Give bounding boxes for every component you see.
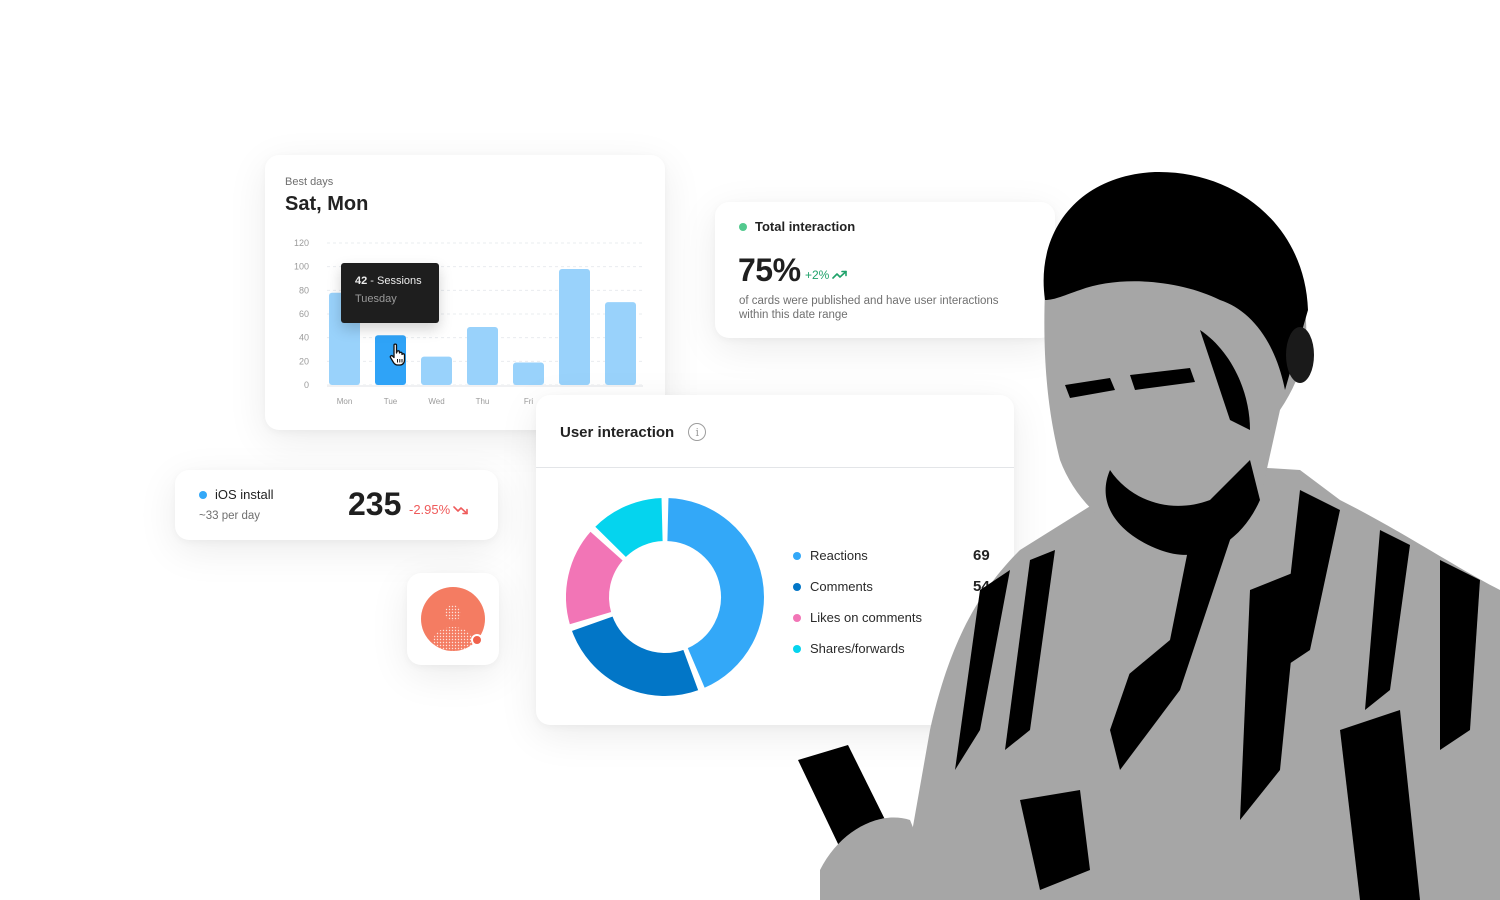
x-tick-label: Mon [337,397,353,406]
ios-install-value: 235 [348,486,402,522]
ios-install-label: iOS install [215,487,274,502]
y-tick-label: 60 [299,309,309,319]
delta-text: -2.95% [409,502,451,517]
person-holding-phone-image [798,171,1500,900]
bar-sun[interactable] [605,302,636,385]
user-interaction-donut [564,496,766,698]
y-tick-label: 100 [294,262,309,272]
bar-wed[interactable] [421,356,452,385]
ios-install-delta: -2.95% [409,502,469,517]
x-tick-label: Fri [524,397,534,406]
y-tick-label: 120 [294,238,309,248]
status-dot-blue [199,490,207,499]
tooltip-value: 42 [355,275,368,287]
tooltip-value-line: 42 - Sessions [355,275,425,287]
avatar-tile[interactable] [407,573,499,665]
status-dot-green [739,222,747,231]
notification-badge [471,634,483,646]
x-tick-label: Tue [384,397,398,406]
x-tick-label: Thu [476,397,490,406]
bar-sat[interactable] [559,269,590,385]
hand-pointer-icon [389,343,406,366]
ios-install-header: iOS install [199,487,274,502]
y-tick-label: 20 [299,356,309,366]
y-tick-label: 80 [299,285,309,295]
chart-tooltip: 42 - Sessions Tuesday [341,263,439,323]
ios-install-card: iOS install ~33 per day 235 -2.95% [175,470,498,540]
trend-down-icon [453,505,469,514]
tooltip-day: Tuesday [355,293,397,305]
y-tick-label: 0 [304,380,309,390]
tooltip-suffix: - Sessions [367,275,422,287]
y-tick-label: 40 [299,333,309,343]
bar-thu[interactable] [467,327,498,385]
ios-install-sub: ~33 per day [199,510,261,522]
best-days-card: Best days Sat, Mon 0 20 40 60 80 100 120 Mon Tue… [265,155,665,430]
sessions-bar-chart: 0 20 40 60 80 100 120 Mon Tue Wed Thu Fri [294,238,643,406]
donut-slice-comments[interactable] [569,614,701,698]
bar-fri[interactable] [513,362,544,385]
x-tick-label: Wed [428,397,444,406]
